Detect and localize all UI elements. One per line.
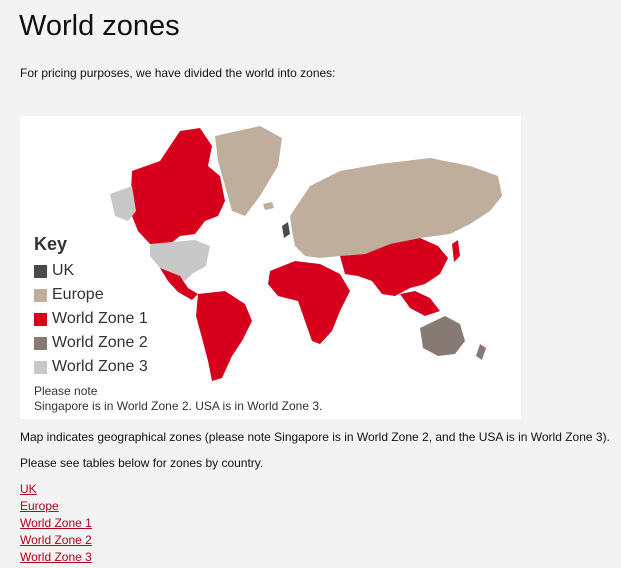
australia-shape [420,316,465,356]
map-note: Please note Singapore is in World Zone 2… [34,384,322,414]
south-america-shape [196,291,252,381]
key-row-zone-3: World Zone 3 [34,355,148,379]
key-row-europe: Europe [34,283,148,307]
map-key: Key UK Europe World Zone 1 World Zone 2 … [34,234,148,379]
key-label: World Zone 1 [52,310,148,327]
link-world-zone-3[interactable]: World Zone 3 [20,549,92,566]
note-title: Please note [34,384,98,398]
note-text: Singapore is in World Zone 2. USA is in … [34,399,323,413]
swatch-zone-3 [34,360,47,374]
intro-text: For pricing purposes, we have divided th… [20,66,336,80]
swatch-zone-2 [34,336,47,350]
uk-shape [282,222,290,238]
see-tables-text: Please see tables below for zones by cou… [20,456,264,470]
japan-shape [452,240,460,262]
page-title: World zones [19,10,180,42]
zone-links: UK Europe World Zone 1 World Zone 2 Worl… [20,481,92,566]
key-label: World Zone 2 [52,334,148,351]
key-row-zone-2: World Zone 2 [34,331,148,355]
key-row-zone-1: World Zone 1 [34,307,148,331]
africa-shape [268,261,350,344]
link-europe[interactable]: Europe [20,498,92,515]
key-title: Key [34,234,68,254]
alaska-shape [110,186,136,221]
link-world-zone-2[interactable]: World Zone 2 [20,532,92,549]
map-caption: Map indicates geographical zones (please… [20,430,610,444]
swatch-uk [34,264,47,278]
key-row-uk: UK [34,259,148,283]
link-uk[interactable]: UK [20,481,92,498]
southeast-asia-shape [400,291,440,316]
iceland-shape [263,202,274,210]
swatch-zone-1 [34,312,47,326]
key-label: World Zone 3 [52,358,148,375]
new-zealand-shape [476,344,486,360]
link-world-zone-1[interactable]: World Zone 1 [20,515,92,532]
key-label: Europe [52,286,104,303]
usa-shape [150,240,210,281]
swatch-europe [34,288,47,302]
world-zones-map: Key UK Europe World Zone 1 World Zone 2 … [20,116,521,419]
key-label: UK [52,262,75,279]
canada-shape [130,128,225,244]
